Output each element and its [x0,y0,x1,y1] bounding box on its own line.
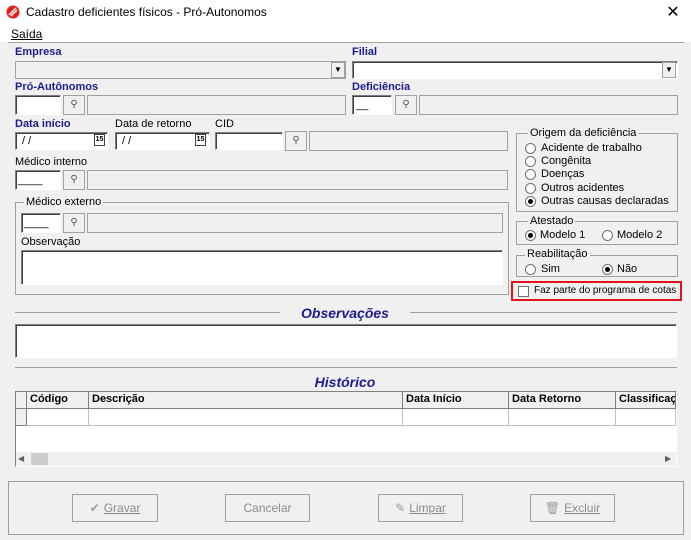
binoculars-icon[interactable]: ⚲ [285,131,307,151]
observacoes-heading: Observações [280,305,410,321]
grid-header-classificacao[interactable]: Classificaç [616,392,676,409]
origem-radio-doencas[interactable] [525,169,536,180]
reabilitacao-option-label: Sim [541,263,560,275]
grid-cell[interactable] [403,409,509,426]
origem-title: Origem da deficiência [528,127,639,139]
observacao-textarea[interactable] [21,250,503,285]
gravar-label: Gravar [103,501,141,515]
deficiencia-label: Deficiência [352,81,411,93]
deficiencia-name-field [419,95,678,115]
grid-indicator-header [16,392,27,409]
empresa-dropdown-icon[interactable]: ▼ [331,62,345,78]
grid-row-indicator [16,409,27,426]
atestado-radio-modelo1[interactable] [525,230,536,241]
origem-radio-outros-acidentes[interactable] [525,183,536,194]
deficiencia-code-input[interactable]: __ [352,95,392,115]
empresa-select[interactable] [15,61,346,79]
medico-interno-name-field [87,170,508,190]
data-inicio-label: Data início [15,118,71,130]
grid-cell[interactable] [89,409,403,426]
grid-header-data-retorno[interactable]: Data Retorno [509,392,616,409]
historico-heading: Histórico [314,374,376,390]
cotas-label: Faz parte do programa de cotas [534,285,677,296]
limpar-label: Limpar [409,501,446,515]
horizontal-scrollbar[interactable] [16,452,676,466]
scroll-left-icon[interactable]: ◀ [18,454,24,463]
data-retorno-label: Data de retorno [115,118,192,130]
observacao-label: Observação [21,236,81,248]
grid-cell[interactable] [509,409,616,426]
broom-icon: ✎ [395,501,406,515]
origem-option-label: Acidente de trabalho [541,142,642,154]
binoculars-icon[interactable]: ⚲ [395,95,417,115]
medico-interno-code-input[interactable]: ____ [15,170,61,190]
cid-input[interactable] [215,132,283,150]
excluir-button[interactable]: 🗑 Excluir [530,494,615,522]
grid-cell[interactable] [27,409,89,426]
limpar-button[interactable]: ✎ Limpar [378,494,463,522]
gravar-button[interactable]: ✔ Gravar [72,494,158,522]
atestado-title: Atestado [528,215,576,227]
grid-header-codigo[interactable]: Código [27,392,89,409]
divider [8,42,684,43]
pro-autonomos-label: Pró-Autônomos [15,81,99,93]
app-logo-icon [6,5,20,19]
calendar-icon[interactable]: 15 [195,134,206,146]
scrollbar-thumb[interactable] [31,453,48,465]
grid-header-descricao[interactable]: Descrição [89,392,403,409]
grid-cell[interactable] [616,409,676,426]
origem-radio-outras-causas[interactable] [525,196,536,207]
filial-select[interactable] [352,61,678,79]
reabilitacao-radio-nao[interactable] [602,264,613,275]
cancelar-label: Cancelar [243,501,292,515]
reabilitacao-radio-sim[interactable] [525,264,536,275]
medico-externo-name-field [87,213,503,233]
medico-externo-label: Médico externo [24,196,104,208]
pro-autonomos-name-field [87,95,346,115]
origem-option-label: Congênita [541,155,592,167]
binoculars-icon[interactable]: ⚲ [63,213,85,233]
atestado-option-label: Modelo 2 [617,229,663,241]
medico-externo-code-input[interactable]: ____ [21,213,61,233]
binoculars-icon[interactable]: ⚲ [63,95,85,115]
close-icon[interactable]: ✕ [663,2,683,22]
cid-description-field [309,131,508,151]
excluir-label: Excluir [564,501,601,515]
menu-bar [0,24,691,42]
binoculars-icon[interactable]: ⚲ [63,170,85,190]
atestado-option-label: Modelo 1 [540,229,586,241]
grid-empty-area [16,426,676,452]
cotas-checkbox[interactable] [518,286,529,297]
divider [15,367,677,368]
filial-dropdown-icon[interactable]: ▼ [662,62,676,78]
origem-option-label: Outros acidentes [541,182,625,194]
menu-item-saida[interactable]: Saída [11,27,42,41]
calendar-icon[interactable]: 15 [94,134,105,146]
cancelar-button[interactable]: Cancelar [225,494,310,522]
cid-label: CID [215,118,234,130]
filial-label: Filial [352,46,378,58]
origem-radio-acidente-trabalho[interactable] [525,143,536,154]
origem-radio-congenita[interactable] [525,156,536,167]
scroll-right-icon[interactable]: ▶ [665,454,671,463]
reabilitacao-title: Reabilitação [525,248,590,260]
atestado-radio-modelo2[interactable] [602,230,613,241]
trash-icon: 🗑 [544,501,561,515]
check-icon: ✔ [89,501,100,515]
origem-option-label: Doenças [541,168,585,180]
reabilitacao-option-label: Não [617,263,638,275]
pro-autonomos-code-input[interactable] [15,95,61,115]
origem-option-label: Outras causas declaradas [541,195,669,207]
grid-header-data-inicio[interactable]: Data Início [403,392,509,409]
window-title: Cadastro deficientes físicos - Pró-Auton… [26,5,267,19]
medico-interno-label: Médico interno [15,156,88,168]
empresa-label: Empresa [15,46,62,58]
observacoes-textarea[interactable] [15,324,677,358]
